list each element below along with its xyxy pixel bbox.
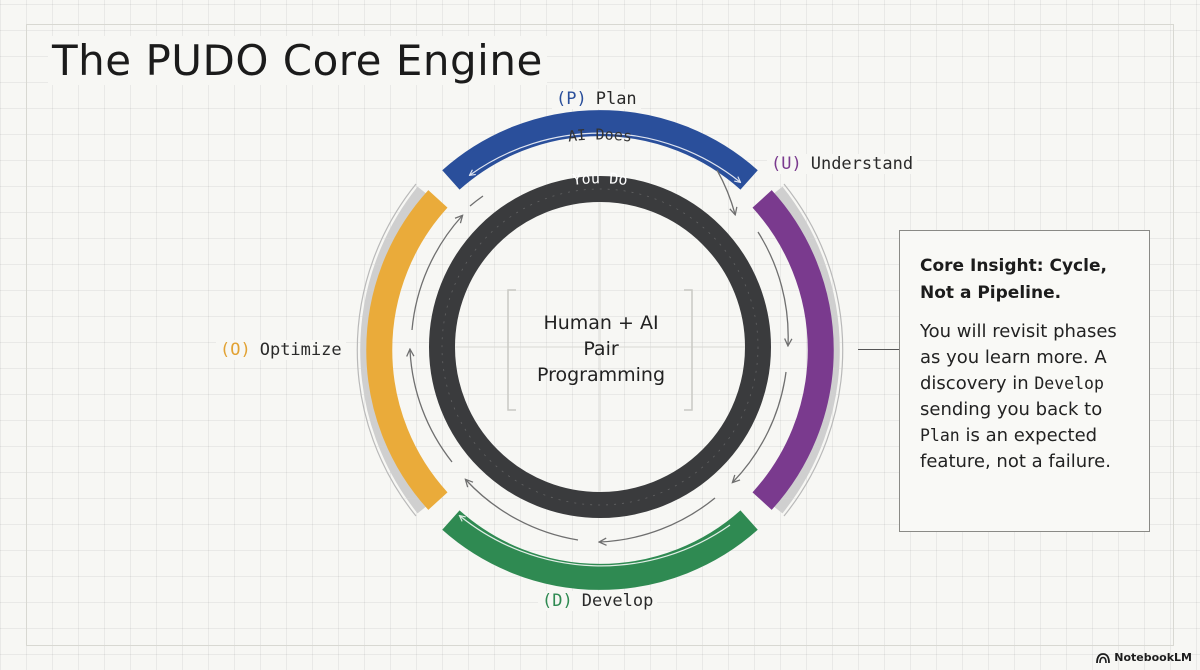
callout-code-develop: Develop: [1034, 374, 1104, 393]
center-line: Human + AI: [543, 312, 659, 334]
phase-label-plan: (P) Plan: [552, 89, 641, 109]
phase-name: Plan: [595, 89, 637, 109]
ai-does-label: AI Does: [567, 126, 633, 146]
brand-badge: NotebookLM: [1096, 651, 1192, 664]
center-label: Human + AI Pair Programming: [512, 290, 690, 408]
phase-label-optimize: (O) Optimize: [216, 340, 346, 360]
phase-name: Develop: [581, 591, 654, 611]
center-line: Pair: [583, 338, 619, 360]
phase-code: (D): [542, 591, 573, 611]
callout-connector: [858, 349, 900, 350]
callout-text: sending you back to: [920, 399, 1103, 420]
callout-code-plan: Plan: [920, 426, 960, 445]
phase-code: (U): [771, 154, 802, 174]
callout-body: You will revisit phases as you learn mor…: [920, 319, 1135, 475]
core-insight-callout: Core Insight: Cycle, Not a Pipeline. You…: [899, 230, 1150, 532]
phase-label-understand: (U) Understand: [767, 154, 918, 174]
callout-title: Core Insight: Cycle, Not a Pipeline.: [920, 256, 1107, 303]
phase-name: Understand: [810, 154, 914, 174]
phase-code: (O): [220, 340, 251, 360]
phase-name: Optimize: [259, 340, 342, 360]
center-line: Programming: [536, 364, 666, 386]
phase-code: (P): [556, 89, 587, 109]
develop-arc: [442, 510, 758, 590]
brand-name: NotebookLM: [1114, 651, 1192, 664]
phase-label-develop: (D) Develop: [538, 591, 658, 611]
notebooklm-logo-icon: [1096, 652, 1111, 663]
